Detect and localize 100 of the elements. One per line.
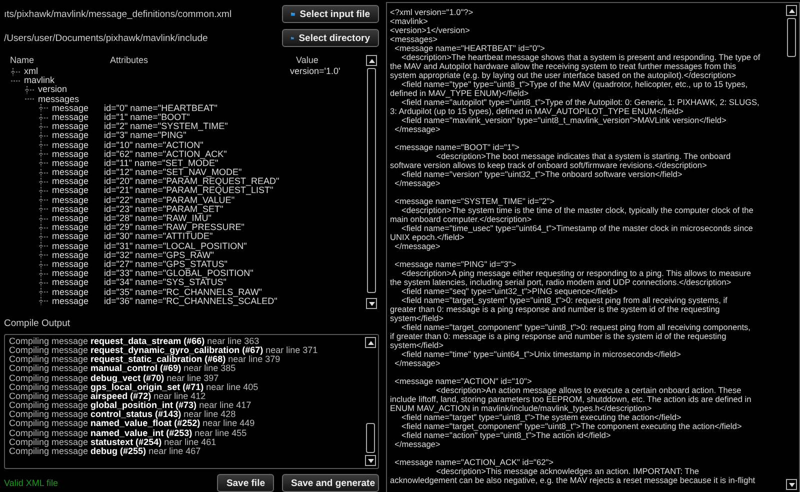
attributes-cell: id="10" name="ACTION" [104, 140, 204, 150]
tree-branch-icon[interactable] [10, 68, 22, 76]
code-line: the MAV and Autopilot hardware allow the receiving system to treat further messages from this [390, 62, 736, 71]
save-button[interactable]: Save file [217, 474, 274, 492]
tree-item[interactable]: message [52, 122, 89, 132]
tree-item[interactable]: message [52, 260, 89, 270]
code-line: system</field> [390, 341, 444, 350]
tree-item[interactable]: message [52, 196, 89, 205]
attributes-cell: id="21" name="PARAM_REQUEST_LIST" [104, 185, 274, 196]
select-button[interactable]: Select input file [282, 5, 379, 23]
log-line: Compiling message control_status (#143) near line 428 [9, 410, 237, 420]
code-line: <mavlink> [390, 17, 429, 26]
code-line: </message> [394, 179, 442, 188]
tree-branch-icon[interactable] [38, 114, 50, 122]
column-header[interactable]: Attributes [110, 55, 296, 67]
tree-item[interactable]: message [52, 104, 89, 113]
tree-item[interactable]: message [52, 278, 89, 288]
tree-branch-icon[interactable] [38, 168, 50, 177]
tree-item[interactable]: message [52, 140, 89, 150]
tree-item[interactable]: message [52, 204, 89, 214]
tree-item[interactable]: message [52, 296, 89, 306]
tree-branch-icon[interactable] [38, 260, 50, 269]
tree-branch-icon[interactable] [38, 288, 50, 296]
tree-item[interactable]: message [52, 177, 89, 186]
scroll-up-button[interactable] [366, 55, 377, 66]
scrollbar-thumb[interactable] [787, 18, 796, 58]
tree-item[interactable]: mavlink [24, 76, 55, 86]
tree-item[interactable]: version [38, 85, 68, 95]
tree-branch-icon[interactable] [38, 132, 50, 140]
tree-branch-icon[interactable] [38, 278, 50, 287]
tree-item[interactable]: message [52, 269, 89, 278]
code-line: <field name="time" type="uint64_t">Unix timestamp in microseconds</field> [402, 350, 682, 359]
scrollbar-thumb[interactable] [366, 422, 375, 453]
tree-branch-icon[interactable] [38, 214, 50, 223]
tree-branch-icon[interactable] [38, 150, 50, 158]
code-line: </message> [394, 440, 442, 449]
scroll-down-button[interactable] [786, 479, 797, 490]
tree-item[interactable]: message [52, 223, 89, 232]
tree-branch-icon[interactable] [38, 104, 50, 112]
section-label: Compile Output [4, 318, 72, 329]
code-line: </message> [394, 359, 442, 368]
select-button[interactable]: Select directory [282, 29, 379, 47]
tree-branch-icon[interactable] [38, 159, 50, 168]
tree-branch-icon[interactable] [38, 224, 50, 232]
log-line: Compiling message gps_local_origin_set (#71) near line 405 [9, 382, 260, 392]
code-line: <field name="version" type="uint32_t">The onboard software version</field> [400, 170, 682, 179]
tree-item[interactable]: message [52, 214, 89, 224]
tree-branch-icon[interactable] [38, 205, 50, 214]
tree-item[interactable]: message [52, 232, 89, 242]
status-text: Valid XML file [4, 478, 58, 488]
code-line: <?xml version="1.0"?> [390, 8, 474, 17]
tree-item[interactable]: message [52, 150, 89, 159]
tree-branch-icon[interactable] [38, 251, 50, 260]
scroll-up-button[interactable] [365, 337, 376, 348]
log-line: Compiling message request_data_stream (#66) near line 363 [9, 337, 260, 346]
column-header[interactable]: Name [10, 55, 110, 67]
code-line: greater than 0: message is a ping response and number is the system id of the requesting [390, 305, 720, 314]
tree-item[interactable]: message [52, 112, 89, 122]
tree-branch-icon[interactable] [38, 187, 50, 196]
scroll-down-button[interactable] [366, 298, 377, 309]
code-line: include liftoff, land, storing parameters too EEPROM, shutddown, etc. The action ids are defined in [390, 395, 752, 404]
tree-item[interactable]: message [52, 288, 89, 297]
save-generate-button[interactable]: Save and generate [282, 474, 379, 492]
attributes-cell: id="1" name="BOOT" [104, 112, 190, 122]
tree-branch-icon[interactable] [38, 178, 50, 186]
attributes-cell: id="22" name="PARAM_VALUE" [104, 194, 235, 205]
column-header[interactable]: Value [296, 55, 365, 67]
path-field[interactable]: ıts/pixhawk/mavlink/message_definitions/common.xml [4, 8, 232, 20]
attributes-cell: id="12" name="SET_NAV_MODE" [104, 167, 242, 178]
tree-branch-icon[interactable] [38, 196, 50, 204]
code-line: <description>This message acknowledges an action. IMPORTANT: The [435, 467, 700, 476]
tree-branch-icon[interactable] [38, 122, 50, 131]
code-line: <message name="SYSTEM_TIME" id="2"> [394, 197, 556, 206]
code-line: <field name="target_system" type="uint8_t">0: request ping from all receiving systems, if [400, 296, 728, 305]
tree-item[interactable]: xml [24, 67, 38, 76]
tree-item[interactable]: messages [38, 94, 80, 104]
log-line: Compiling message named_value_int (#253) near line 455 [9, 428, 248, 438]
tree-branch-icon[interactable] [38, 242, 50, 250]
code-line: <description>The system time is the time of the master clock, typically the computer clock of the [402, 206, 754, 215]
tree-item[interactable]: message [52, 242, 89, 251]
tree-branch-icon[interactable] [24, 86, 36, 94]
code-line: <version>1</version> [390, 26, 471, 35]
tree-branch-icon[interactable] [38, 141, 50, 150]
tree-branch-icon[interactable] [38, 297, 50, 306]
xml-editor[interactable] [386, 2, 800, 492]
tree-item[interactable]: message [52, 158, 89, 168]
attributes-cell: id="27" name="GPS_STATUS" [104, 258, 228, 269]
scroll-up-button[interactable] [786, 5, 797, 16]
tree-item[interactable]: message [52, 186, 89, 196]
tree-branch-icon[interactable] [38, 270, 50, 278]
tree-branch-icon[interactable] [38, 232, 50, 241]
tree-item[interactable]: message [52, 168, 89, 178]
code-line: <messages> [390, 35, 439, 44]
code-line: <message name="PING" id="3"> [394, 260, 518, 269]
tree-item[interactable]: message [52, 131, 89, 141]
scroll-down-button[interactable] [365, 455, 376, 466]
log-line: Compiling message global_position_int (#73) near line 417 [9, 401, 252, 410]
path-field[interactable]: /Users/user/Documents/pixhawk/mavlink/include [4, 32, 208, 44]
tree-item[interactable]: message [52, 250, 89, 260]
scrollbar-thumb[interactable] [367, 68, 376, 294]
